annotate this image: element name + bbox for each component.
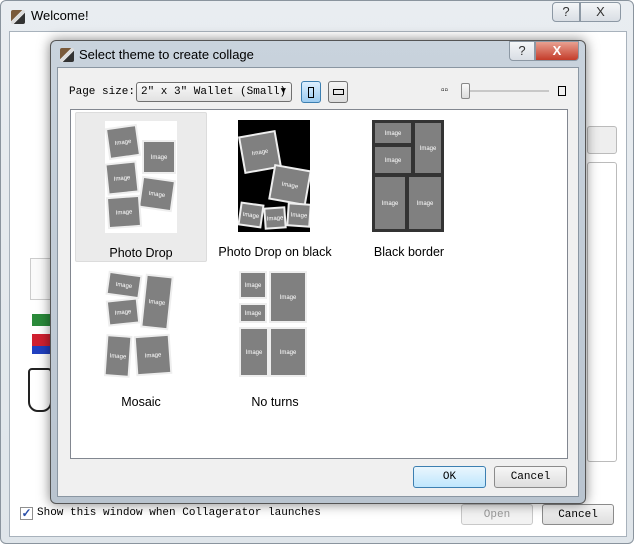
theme-preview: ImageImageImageImageImage (238, 120, 310, 232)
open-button[interactable]: Open (461, 504, 533, 525)
ok-button[interactable]: OK (413, 466, 486, 488)
theme-preview: Image Image Image Image Image (372, 120, 444, 232)
theme-item[interactable]: Image Image Image Image Image No turns (209, 262, 341, 412)
theme-item[interactable]: Image Image Image Image Image Black border (343, 112, 475, 262)
dialog-icon (60, 48, 74, 62)
app-icon (11, 10, 25, 24)
image-placeholder: Image (140, 273, 174, 331)
image-placeholder: Image (373, 145, 413, 175)
svg-text:Image: Image (280, 350, 297, 356)
page-size-label: Page size: (69, 86, 136, 98)
theme-item[interactable]: Image Image Image Image Image Photo Drop on b… (209, 112, 341, 262)
page-size-value: 2" x 3" Wallet (Small) (141, 86, 287, 98)
theme-item[interactable]: Image Image Image Image Image Photo Drop (75, 112, 207, 262)
hand-icon (28, 368, 52, 412)
svg-text:Image: Image (267, 215, 285, 222)
theme-label: Photo Drop on black (218, 245, 332, 259)
svg-text:Image: Image (109, 353, 127, 360)
thumbnail-size-slider[interactable] (461, 90, 549, 92)
window-title: Welcome! (31, 8, 89, 23)
image-placeholder: Image (263, 206, 287, 230)
dialog-help-button[interactable]: ? (509, 41, 535, 61)
outer-cancel-button[interactable]: Cancel (542, 504, 614, 525)
page-size-select[interactable]: 2" x 3" Wallet (Small) ▼ (136, 82, 292, 102)
image-placeholder: Image (413, 121, 443, 175)
image-placeholder: Image (268, 163, 310, 207)
image-placeholder: Image (105, 297, 141, 327)
svg-text:Image: Image (145, 352, 163, 359)
template-thumb[interactable] (30, 258, 52, 300)
theme-dialog: Select theme to create collage ? X Page … (50, 40, 586, 504)
small-thumbnails-icon: ▫▫ (441, 85, 449, 96)
image-placeholder: Image (137, 175, 177, 213)
dialog-body: Page size: 2" x 3" Wallet (Small) ▼ ▫▫ Im… (57, 67, 579, 497)
image-placeholder: Image (269, 327, 307, 377)
image-placeholder: Image (104, 334, 133, 378)
svg-text:Image: Image (382, 201, 399, 207)
chevron-down-icon: ▼ (280, 86, 286, 96)
show-window-label: Show this window when Collagerator launc… (37, 507, 321, 519)
svg-text:Image: Image (385, 131, 402, 137)
dialog-cancel-button[interactable]: Cancel (494, 466, 567, 488)
image-placeholder: Image (238, 201, 265, 229)
image-placeholder: Image (239, 303, 267, 323)
landscape-button[interactable] (328, 81, 348, 103)
portrait-icon (308, 87, 314, 98)
image-placeholder: Image (105, 160, 140, 196)
dialog-title: Select theme to create collage (79, 47, 254, 62)
svg-text:Image: Image (290, 212, 308, 219)
svg-text:Image: Image (245, 283, 262, 289)
image-placeholder: Image (373, 175, 407, 231)
image-placeholder: Image (105, 270, 143, 300)
image-placeholder: Image (239, 271, 267, 299)
image-placeholder: Image (373, 121, 413, 145)
image-placeholder: Image (239, 327, 269, 377)
image-placeholder: Image (105, 123, 142, 161)
image-placeholder: Image (133, 333, 173, 377)
side-button[interactable] (587, 126, 617, 154)
theme-label: No turns (251, 395, 299, 409)
image-placeholder: Image (142, 140, 176, 174)
portrait-button[interactable] (301, 81, 321, 103)
svg-text:Image: Image (280, 295, 297, 301)
theme-grid[interactable]: Image Image Image Image Image Photo Drop Image… (70, 109, 568, 459)
svg-text:Image: Image (417, 201, 434, 207)
svg-text:Image: Image (385, 158, 402, 164)
landscape-icon (332, 89, 344, 95)
image-placeholder: Image (105, 194, 143, 230)
svg-text:Image: Image (246, 350, 263, 356)
help-button[interactable]: ? (552, 2, 580, 22)
theme-label: Mosaic (121, 395, 161, 409)
close-button[interactable]: X (580, 2, 621, 22)
collage-icon[interactable] (32, 314, 52, 354)
dialog-close-button[interactable]: X (535, 41, 579, 61)
show-window-checkbox[interactable]: ✓ (20, 507, 33, 520)
large-thumbnails-icon (558, 86, 566, 96)
image-placeholder: Image (286, 202, 310, 228)
theme-item[interactable]: Image Image Image Image Image Mosaic (75, 262, 207, 412)
svg-text:Image: Image (245, 311, 262, 317)
side-panel (587, 162, 617, 462)
image-placeholder: Image (407, 175, 443, 231)
theme-preview: ImageImageImageImageImage (105, 121, 177, 233)
theme-label: Black border (373, 245, 445, 259)
svg-text:Image: Image (116, 209, 134, 216)
svg-text:Image: Image (151, 155, 168, 161)
theme-label: Photo Drop (109, 246, 173, 260)
slider-handle[interactable] (461, 83, 470, 99)
theme-preview: Image Image Image Image Image (238, 270, 310, 382)
theme-preview: ImageImageImageImageImage (104, 270, 176, 382)
image-placeholder: Image (269, 271, 307, 323)
svg-text:Image: Image (420, 146, 437, 152)
